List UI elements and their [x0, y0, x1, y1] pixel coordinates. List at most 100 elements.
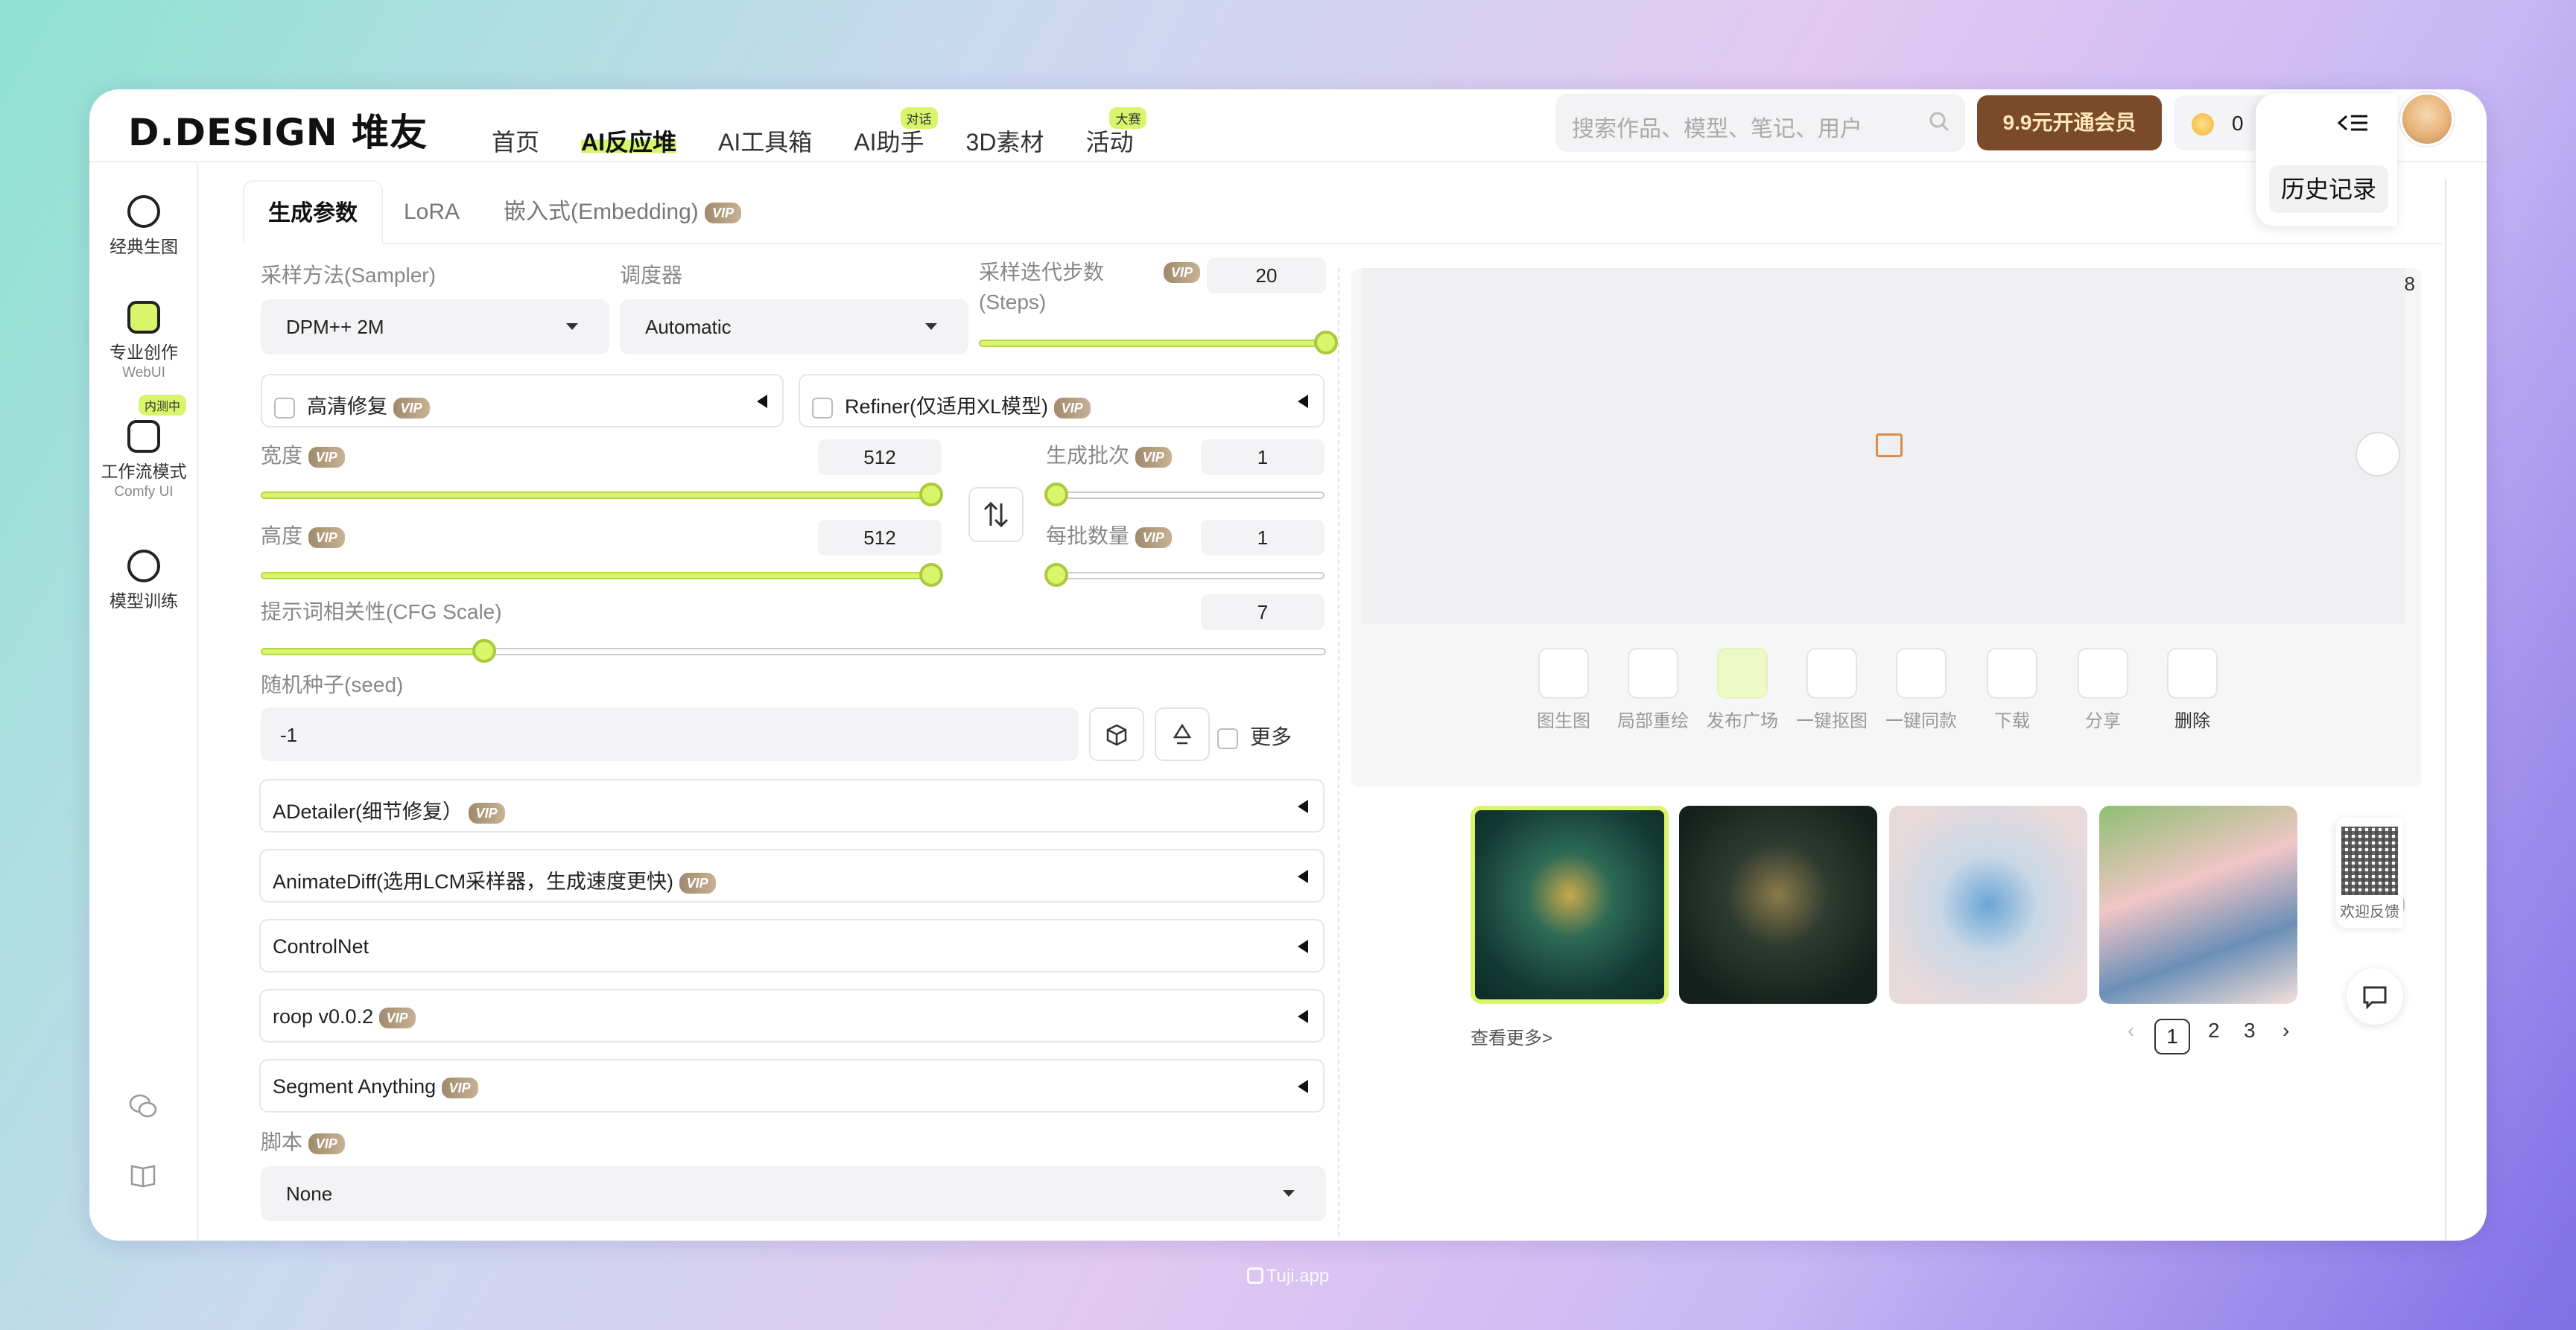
batch-count-input[interactable]: 1	[1201, 439, 1325, 475]
tab-lora[interactable]: LoRA	[404, 180, 460, 244]
more-checkbox[interactable]	[1217, 728, 1238, 749]
page-next[interactable]: ›	[2282, 1019, 2289, 1043]
chevron-down-icon	[1283, 1190, 1295, 1197]
action-img2img[interactable]: 图生图	[1523, 648, 1605, 732]
accordion-adetailer[interactable]: ADetailer(细节修复） VIP	[259, 779, 1325, 833]
dice-button[interactable]	[1089, 707, 1144, 761]
nav-ai-reactor[interactable]: AI反应堆	[581, 107, 677, 158]
seed-input[interactable]: -1	[261, 707, 1079, 761]
accordion-controlnet[interactable]: ControlNet	[259, 919, 1325, 973]
action-download[interactable]: 下载	[1971, 648, 2053, 732]
history-button[interactable]: 历史记录	[2269, 165, 2388, 213]
cfg-slider[interactable]	[261, 639, 1326, 663]
chat-button[interactable]	[2347, 968, 2403, 1025]
action-share[interactable]: 分享	[2062, 648, 2144, 732]
recycle-icon	[1173, 723, 1192, 745]
assistant-avatar[interactable]	[2355, 432, 2400, 477]
rail-comfyui[interactable]: 内测中 工作流模式 Comfy UI	[89, 395, 198, 500]
nav-3d-assets[interactable]: 3D素材	[966, 107, 1044, 158]
tab-embedding[interactable]: 嵌入式(Embedding) VIP	[504, 180, 742, 244]
logo[interactable]: D.DESIGN 堆友	[128, 103, 428, 156]
palette-icon	[127, 195, 160, 228]
dice-icon	[1106, 724, 1127, 746]
scheduler-select[interactable]: Automatic	[620, 299, 968, 354]
action-delete[interactable]: 删除	[2151, 648, 2233, 732]
preview-panel: 8 图生图 局部重绘 发布广场 一键抠图 一键同款 下载 分享 删除	[1351, 268, 2421, 786]
script-select[interactable]: None	[261, 1166, 1326, 1221]
accordion-roop[interactable]: roop v0.0.2 VIP	[259, 989, 1325, 1043]
seed-label: 随机种子(seed)	[261, 673, 404, 696]
nav-ai-assistant[interactable]: AI助手 对话	[854, 107, 938, 158]
accordion-animatediff[interactable]: AnimateDiff(选用LCM采样器，生成速度更快) VIP	[259, 849, 1325, 903]
app-window: D.DESIGN 堆友 首页 AI反应堆 AI工具箱 AI助手 对话 3D素材 活…	[89, 89, 2487, 1241]
collapse-triangle-icon	[1298, 870, 1308, 883]
more-toggle[interactable]: 更多	[1217, 721, 1292, 751]
rail-webui[interactable]: 专业创作 WebUI	[89, 301, 198, 381]
cfg-input[interactable]: 7	[1201, 594, 1325, 630]
feedback-label: 欢迎反馈	[2340, 904, 2399, 920]
collapse-list-icon[interactable]	[2335, 104, 2372, 141]
slider-handle[interactable]	[919, 563, 943, 587]
recycle-button[interactable]	[1155, 707, 1210, 761]
height-input[interactable]: 512	[818, 520, 942, 556]
chat-icon	[2363, 986, 2387, 1010]
action-inpaint[interactable]: 局部重绘	[1612, 648, 1694, 732]
action-cutout[interactable]: 一键抠图	[1791, 648, 1873, 732]
view-more-link[interactable]: 查看更多>	[1471, 1023, 1552, 1049]
refiner-toggle[interactable]: Refiner(仅适用XL模型) VIP	[799, 374, 1325, 427]
search-icon[interactable]	[1928, 110, 1950, 133]
action-same-style[interactable]: 一键同款	[1880, 648, 1962, 732]
swap-dimensions-button[interactable]	[968, 487, 1024, 542]
action-publish[interactable]: 发布广场	[1701, 648, 1783, 732]
batch-count-slider[interactable]	[1044, 483, 1325, 506]
rail-classic-generate[interactable]: 经典生图	[89, 195, 198, 258]
gallery-thumb[interactable]	[1471, 806, 1669, 1004]
nav-home[interactable]: 首页	[492, 107, 539, 158]
swap-icon	[983, 501, 1009, 528]
tab-params[interactable]: 生成参数	[243, 180, 383, 244]
sampler-value: DPM++ 2M	[286, 316, 384, 338]
hires-label: 高清修复	[307, 395, 387, 418]
gallery-thumb[interactable]	[1889, 806, 2087, 1004]
hires-checkbox[interactable]	[274, 397, 295, 419]
slider-handle[interactable]	[1314, 331, 1338, 354]
height-slider[interactable]	[261, 563, 943, 587]
slider-handle[interactable]	[1044, 483, 1068, 506]
accordion-segment-anything[interactable]: Segment Anything VIP	[259, 1059, 1325, 1113]
nav-badge: 对话	[900, 107, 938, 129]
qr-code	[2341, 827, 2398, 895]
tab-bar: 生成参数 LoRA 嵌入式(Embedding) VIP	[243, 180, 2442, 244]
slider-handle[interactable]	[919, 483, 943, 506]
slider-handle[interactable]	[1044, 563, 1068, 587]
accordion-label: Segment Anything	[273, 1075, 437, 1098]
scheduler-label: 调度器	[620, 264, 683, 287]
page-2[interactable]: 2	[2208, 1019, 2220, 1043]
nav-activities[interactable]: 活动 大赛	[1085, 107, 1147, 158]
page-prev[interactable]: ‹	[2128, 1019, 2134, 1043]
coin-count: 0	[2232, 112, 2244, 135]
rail-model-training[interactable]: 模型训练	[89, 550, 198, 612]
gallery-thumb[interactable]	[1679, 806, 1877, 1004]
sampler-select[interactable]: DPM++ 2M	[261, 299, 609, 354]
wechat-icon[interactable]	[128, 1092, 158, 1121]
download-icon	[1987, 648, 2037, 699]
scrollbar-track[interactable]	[2445, 179, 2446, 1241]
page-1[interactable]: 1	[2154, 1019, 2190, 1054]
nav-ai-toolbox[interactable]: AI工具箱	[718, 107, 812, 158]
slider-handle[interactable]	[472, 639, 497, 663]
user-avatar[interactable]	[2400, 92, 2454, 146]
feedback-qr[interactable]: 欢迎反馈	[2336, 818, 2403, 928]
gallery-thumb[interactable]	[2099, 806, 2297, 1004]
width-input[interactable]: 512	[818, 439, 942, 475]
vip-membership-button[interactable]: 9.9元开通会员	[1977, 95, 2162, 150]
page-3[interactable]: 3	[2244, 1019, 2256, 1043]
refiner-checkbox[interactable]	[812, 397, 833, 419]
steps-input[interactable]: 20	[1207, 258, 1326, 293]
batch-size-input[interactable]: 1	[1201, 520, 1325, 556]
hires-fix-toggle[interactable]: 高清修复 VIP	[261, 374, 784, 427]
search-input[interactable]: 搜索作品、模型、笔记、用户	[1555, 94, 1965, 152]
steps-slider[interactable]	[979, 331, 1338, 354]
book-icon[interactable]	[128, 1160, 158, 1190]
batch-size-slider[interactable]	[1044, 563, 1325, 587]
width-slider[interactable]	[261, 483, 943, 506]
